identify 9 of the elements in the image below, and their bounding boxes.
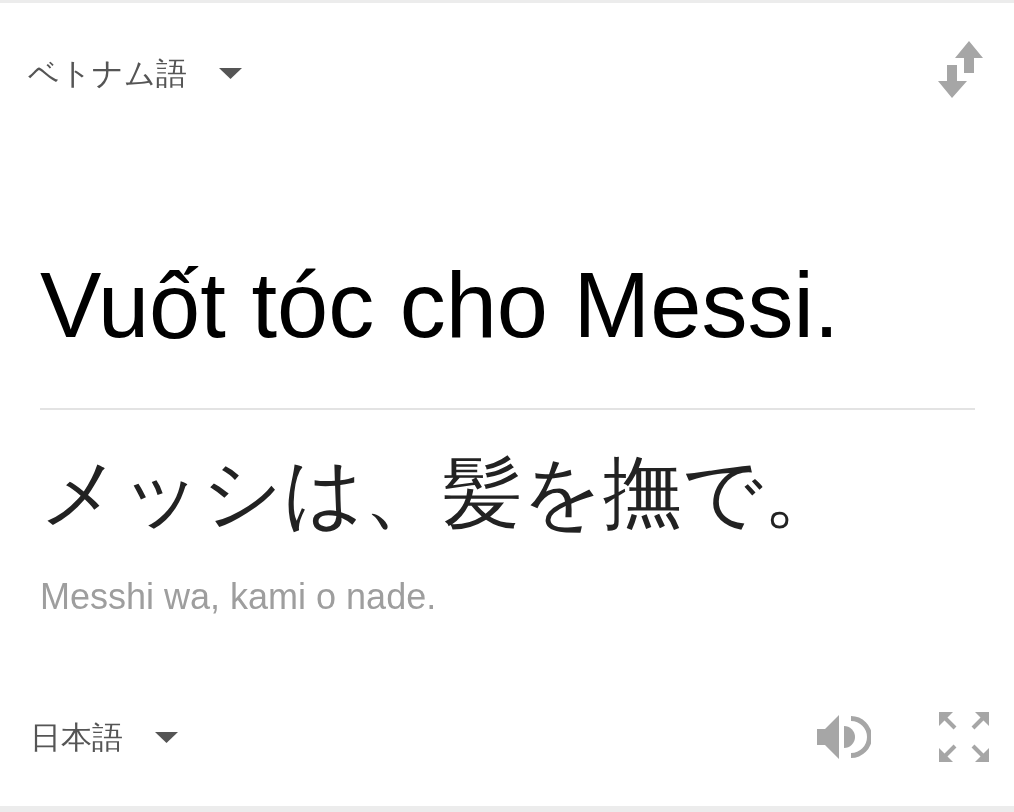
- target-language-dropdown[interactable]: 日本語: [30, 721, 178, 753]
- caret-icon: [155, 731, 178, 743]
- source-language-dropdown[interactable]: ベトナム語: [28, 57, 242, 89]
- fullscreen-icon[interactable]: [939, 712, 989, 762]
- caret-icon: [219, 67, 242, 79]
- romanization-text: Messhi wa, kami o nade.: [40, 579, 437, 615]
- translated-text: メッシは、髪を撫で。: [40, 453, 842, 532]
- source-text: Vuốt tóc cho Messi.: [40, 259, 840, 351]
- swap-icon[interactable]: [938, 40, 985, 98]
